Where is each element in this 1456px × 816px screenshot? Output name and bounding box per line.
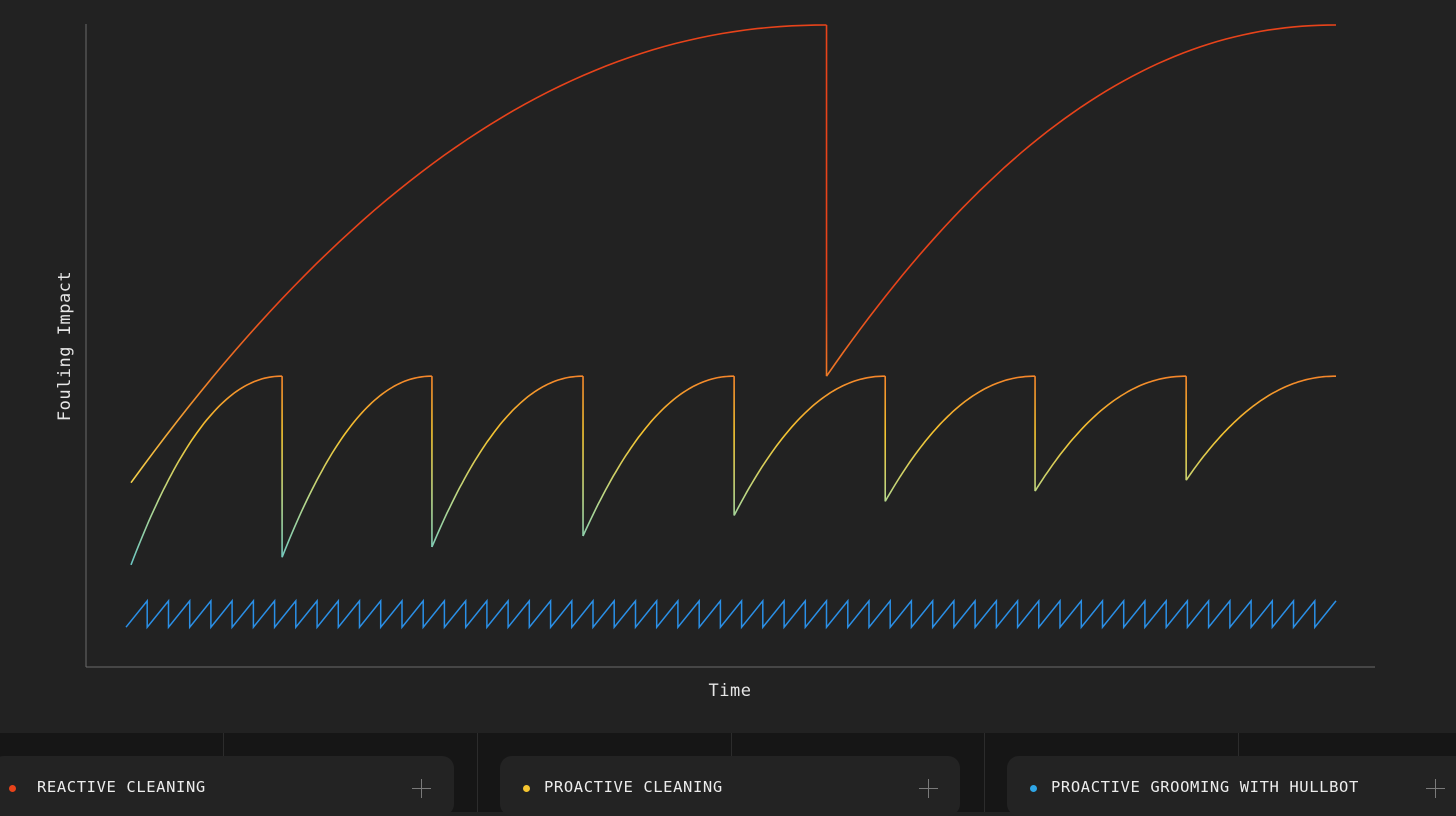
- legend-label: REACTIVE CLEANING: [37, 778, 206, 796]
- legend-card-proactive-grooming[interactable]: PROACTIVE GROOMING WITH HULLBOT: [1007, 756, 1456, 816]
- series-segment: [130, 375, 283, 566]
- legend-bar: REACTIVE CLEANING PROACTIVE CLEANING PRO…: [0, 733, 1456, 816]
- series-segment: [281, 375, 432, 558]
- series-segment: [125, 598, 1337, 630]
- series-proactive-cleaning: [130, 375, 1336, 566]
- legend-dot-icon: [9, 785, 16, 792]
- x-axis-label: Time: [709, 681, 752, 701]
- series-segment: [130, 24, 827, 484]
- series-segment: [582, 375, 735, 537]
- plus-icon[interactable]: [919, 779, 938, 798]
- legend-label: PROACTIVE GROOMING WITH HULLBOT: [1051, 778, 1359, 796]
- series-segment: [825, 24, 1337, 377]
- plus-icon[interactable]: [412, 779, 431, 798]
- series-segment: [884, 375, 1036, 502]
- legend-card-reactive-cleaning[interactable]: REACTIVE CLEANING: [0, 756, 454, 816]
- y-axis-label: Fouling Impact: [55, 271, 75, 421]
- series-proactive-grooming-with-hullbot: [125, 598, 1337, 630]
- legend-card-proactive-cleaning[interactable]: PROACTIVE CLEANING: [500, 756, 960, 816]
- legend-dot-icon: [1030, 785, 1037, 792]
- series-segment: [733, 375, 886, 516]
- series-segment: [1034, 375, 1187, 492]
- plus-icon[interactable]: [1426, 779, 1445, 798]
- divider: [477, 733, 478, 812]
- chart-area: Time Fouling Impact: [0, 0, 1456, 733]
- legend-label: PROACTIVE CLEANING: [544, 778, 723, 796]
- series-segment: [1185, 375, 1336, 481]
- fouling-chart: Time Fouling Impact: [55, 24, 1375, 701]
- legend-dot-icon: [523, 785, 530, 792]
- series-segment: [431, 375, 583, 548]
- divider: [984, 733, 985, 812]
